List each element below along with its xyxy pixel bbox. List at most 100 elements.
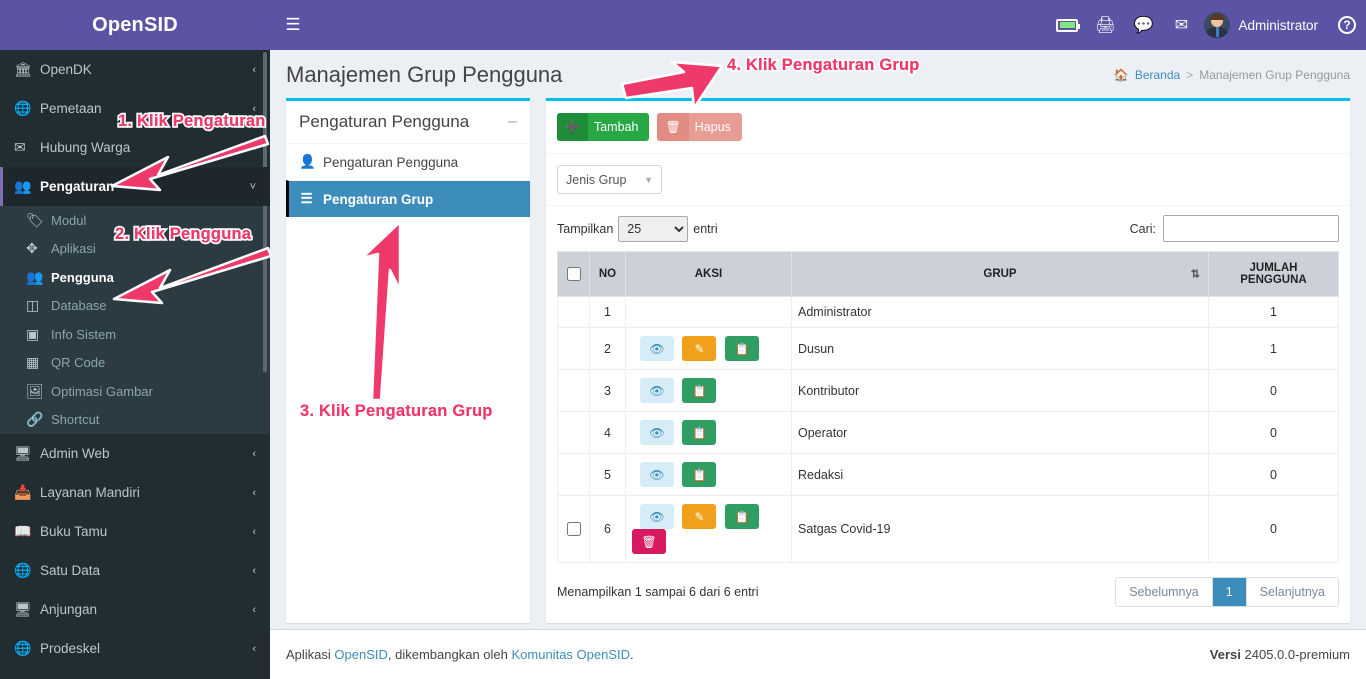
copy-button[interactable]: 📋 (724, 504, 759, 529)
sidebar-item-label: Satu Data (40, 563, 101, 578)
copy-button[interactable]: 📋 (682, 420, 717, 445)
user-menu[interactable]: Administrator (1200, 12, 1328, 38)
row-actions (625, 296, 792, 328)
pagination-prev[interactable]: Sebelumnya (1116, 578, 1213, 606)
show-entries-label: Tampilkan (557, 221, 614, 236)
sidebar-item-label: Info Sistem (51, 326, 117, 342)
sidebar-item-pengaturan[interactable]: 👥 Pengaturan ˅ (0, 167, 270, 206)
sidebar-item-satu-data[interactable]: 🌐 Satu Data ‹ (0, 551, 270, 590)
sidebar-item-database[interactable]: ◫ Database (0, 292, 270, 321)
chat-icon[interactable]: 💬 (1124, 0, 1162, 50)
sidebar-item-admin-web[interactable]: 🖥 Admin Web ‹ (0, 434, 270, 473)
footer-suffix: . (630, 647, 634, 662)
chevron-left-icon: ‹ (252, 486, 256, 499)
nav-pengaturan-pengguna[interactable]: 👤 Pengaturan Pengguna (286, 143, 530, 180)
breadcrumb-home[interactable]: Beranda (1135, 68, 1180, 82)
battery-icon[interactable] (1048, 0, 1086, 50)
sidebar-item-anjungan[interactable]: 🖥 Anjungan ‹ (0, 590, 270, 629)
sidebar-item-label: Anjungan (40, 602, 98, 617)
th-aksi[interactable]: AKSI (625, 251, 792, 297)
view-button[interactable]: 👁 (640, 420, 674, 445)
list-icon: ☰ (300, 191, 313, 206)
row-no: 5 (589, 453, 626, 496)
sidebar-item-pengguna[interactable]: 👥 Pengguna (0, 263, 270, 292)
entries-label: entri (693, 221, 718, 236)
table-row: 6 👁 ✎ 📋 🗑 Satgas Covid-19 0 (557, 495, 1339, 563)
sidebar-item-qr-code[interactable]: ▦ QR Code (0, 349, 270, 378)
nav-pengaturan-grup[interactable]: ☰ Pengaturan Grup (286, 180, 530, 217)
view-button[interactable]: 👁 (640, 504, 674, 529)
nav-label: Pengaturan Grup (323, 191, 434, 207)
envelope-icon[interactable]: ✉ (1162, 0, 1200, 50)
th-jumlah-pengguna[interactable]: JUMLAH PENGGUNA (1208, 251, 1339, 297)
sidebar-item-hubung-warga[interactable]: ✉ Hubung Warga ‹ (0, 128, 270, 167)
view-button[interactable]: 👁 (640, 336, 674, 361)
group-table: NO AKSI GRUP ⇅ JUMLAH PENGGUNA 1 Adminis… (557, 251, 1339, 563)
footer-link-komunitas[interactable]: Komunitas OpenSID (512, 647, 631, 662)
home-icon: 🏠 (1113, 68, 1129, 82)
delete-button[interactable]: 🗑 Hapus (657, 113, 742, 141)
page-size-select[interactable]: 25 (618, 215, 689, 242)
sidebar-item-optimasi-gambar[interactable]: 🖼 Optimasi Gambar (0, 377, 270, 406)
pagination-page-1[interactable]: 1 (1212, 578, 1247, 606)
search-label: Cari: (1129, 221, 1156, 236)
content-row: Pengaturan Pengguna – 👤 Pengaturan Pengg… (270, 98, 1366, 623)
datatable-controls: Tampilkan 25 entri Cari: (557, 215, 1339, 251)
sort-icon[interactable]: ⇅ (1191, 268, 1200, 281)
row-checkbox-cell (557, 453, 590, 496)
jenis-grup-select[interactable]: Jenis Grup ▼ (557, 165, 662, 194)
select-all-checkbox[interactable] (566, 267, 581, 281)
add-button-label: Tambah (593, 120, 639, 134)
footer-link-opensid[interactable]: OpenSID (334, 647, 387, 662)
page-footer: Aplikasi OpenSID, dikembangkan oleh Komu… (270, 629, 1366, 679)
content-area: Manajemen Grup Pengguna 🏠 Beranda > Mana… (270, 50, 1366, 629)
hamburger-icon[interactable]: ☰ (270, 0, 316, 50)
delete-row-button[interactable]: 🗑 (632, 529, 666, 554)
annotation-3-text: 3. Klik Pengaturan Grup (300, 402, 493, 420)
datatable-info: Menampilkan 1 sampai 6 dari 6 entri (557, 585, 759, 599)
row-checkbox[interactable] (566, 522, 581, 537)
pagination-next[interactable]: Selanjutnya (1246, 578, 1338, 606)
sidebar-item-prodeskel[interactable]: 🌐 Prodeskel ‹ (0, 629, 270, 668)
footer-text: Aplikasi OpenSID, dikembangkan oleh Komu… (286, 647, 634, 662)
brand-logo[interactable]: OpenSID (0, 0, 270, 50)
sidebar-item-label: Pengaturan (40, 179, 115, 194)
sidebar-item-info-sistem[interactable]: ▣ Info Sistem (0, 320, 270, 349)
th-grup-label: GRUP (983, 268, 1017, 280)
settings-panel-header: Pengaturan Pengguna – (286, 101, 530, 143)
nav-label: Pengaturan Pengguna (323, 154, 459, 170)
th-no[interactable]: NO (589, 251, 626, 297)
chevron-left-icon: ‹ (252, 63, 256, 76)
search-input[interactable] (1163, 215, 1339, 242)
sidebar-item-layanan-mandiri[interactable]: 📥 Layanan Mandiri ‹ (0, 473, 270, 512)
copy-button[interactable]: 📋 (682, 378, 717, 403)
question-circle-icon[interactable]: ? (1328, 0, 1366, 50)
sidebar-item-label: Prodeskel (40, 641, 101, 656)
copy-button[interactable]: 📋 (682, 462, 717, 487)
search-group: Cari: (1130, 215, 1339, 242)
view-button[interactable]: 👁 (640, 462, 674, 487)
row-checkbox-cell (557, 495, 590, 563)
image-icon: 🖼 (26, 382, 44, 399)
row-no: 2 (589, 327, 626, 370)
chevron-down-icon: ˅ (249, 180, 256, 193)
printer-icon[interactable]: 🖨 (1086, 0, 1124, 50)
sidebar-item-shortcut[interactable]: 🔗 Shortcut (0, 406, 270, 435)
table-body: 1 Administrator 1 2 👁 ✎ 📋 Dusun 1 3 👁 📋 … (557, 296, 1339, 563)
minus-icon[interactable]: – (508, 113, 517, 131)
sidebar-item-label: Database (51, 298, 107, 314)
view-button[interactable]: 👁 (640, 378, 674, 403)
table-toolbar: ➕ Tambah 🗑 Hapus (546, 101, 1350, 154)
sidebar-item-buku-tamu[interactable]: 📖 Buku Tamu ‹ (0, 512, 270, 551)
copy-button[interactable]: 📋 (724, 336, 759, 361)
th-grup[interactable]: GRUP ⇅ (791, 251, 1209, 297)
jenis-grup-label: Jenis Grup (566, 172, 627, 187)
edit-button[interactable]: ✎ (682, 504, 717, 529)
chevron-left-icon: ‹ (252, 642, 256, 655)
users-icon: 👥 (14, 178, 32, 194)
edit-button[interactable]: ✎ (682, 336, 717, 361)
sidebar: OpenSID 🏛 OpenDK ‹ 🌐 Pemetaan ‹ ✉ Hubung… (0, 0, 270, 679)
row-actions: 👁 ✎ 📋 🗑 (625, 495, 792, 563)
sidebar-item-opendk[interactable]: 🏛 OpenDK ‹ (0, 50, 270, 89)
add-button[interactable]: ➕ Tambah (557, 113, 650, 141)
